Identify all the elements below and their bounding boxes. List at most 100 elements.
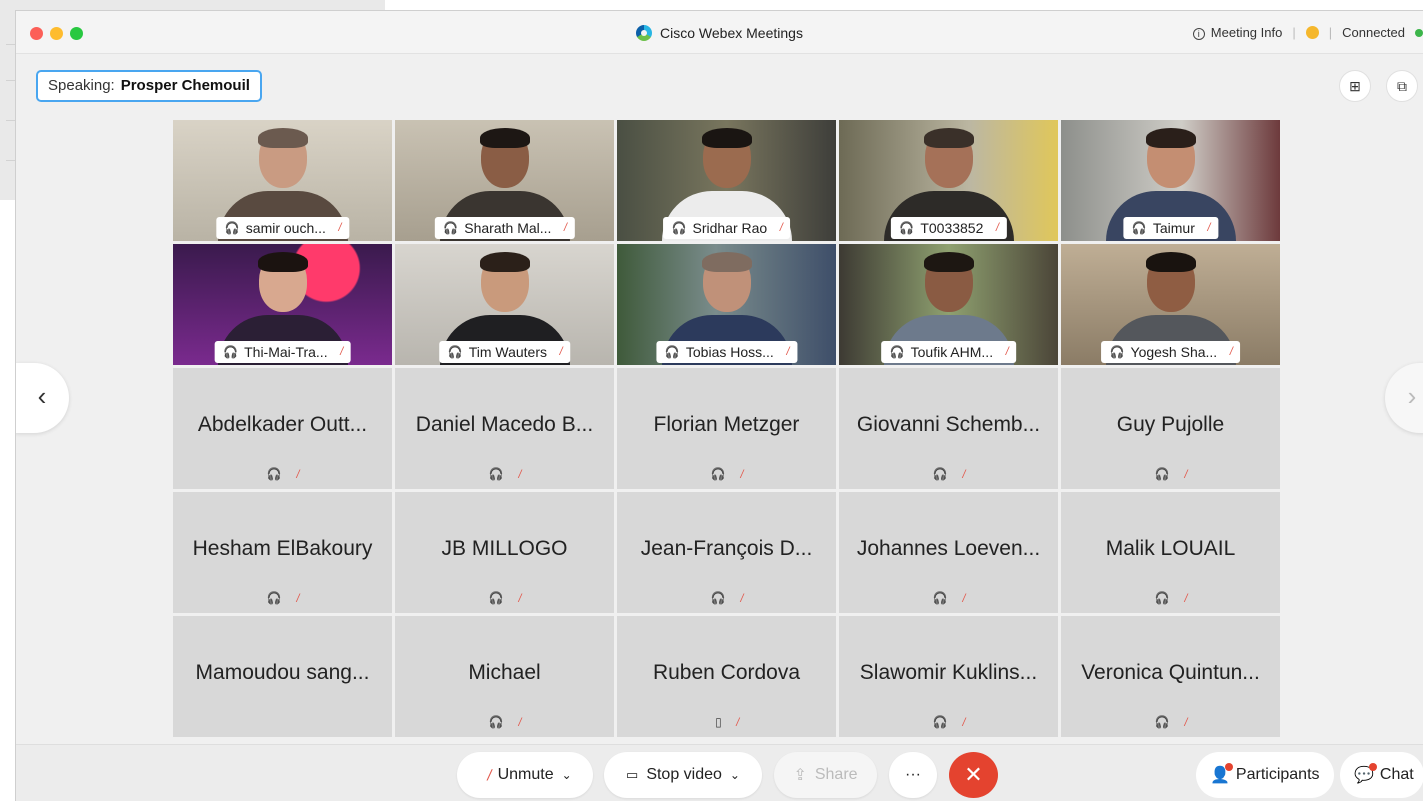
muted-mic-icon: 🎙̸ bbox=[1177, 469, 1187, 481]
chat-button[interactable]: 💬 Chat bbox=[1340, 752, 1423, 798]
share-button[interactable]: ⇪ Share bbox=[774, 752, 877, 798]
headset-icon: 🎧 bbox=[710, 591, 726, 605]
participant-name: Toufik AHM... bbox=[910, 344, 994, 360]
participant-video-tile[interactable]: 🎧 Tim Wauters 🎙̸ bbox=[395, 244, 614, 365]
participant-status-icons: 🎧 🎙̸ bbox=[1061, 715, 1280, 729]
headset-icon: 🎧 bbox=[266, 591, 282, 605]
participant-name: Sharath Mal... bbox=[464, 220, 552, 236]
info-icon: i bbox=[1192, 28, 1205, 40]
participant-video-tile[interactable]: 🎧 T0033852 🎙̸ bbox=[839, 120, 1058, 241]
participant-status-icons: 🎧 🎙̸ bbox=[173, 591, 392, 605]
participant-video-tile[interactable]: 🎧 Thi-Mai-Tra... 🎙̸ bbox=[173, 244, 392, 365]
active-speaker-indicator: Speaking: Prosper Chemouil bbox=[36, 70, 262, 102]
muted-mic-icon: 🎙̸ bbox=[955, 717, 965, 729]
participant-name-label: 🎧 samir ouch... 🎙̸ bbox=[215, 217, 350, 239]
participant-name-tile[interactable]: Mamoudou sang... bbox=[173, 616, 392, 737]
participant-name-label: 🎧 Tobias Hoss... 🎙̸ bbox=[655, 341, 798, 363]
participant-status-icons: 🎧 🎙̸ bbox=[839, 591, 1058, 605]
headset-icon: 🎧 bbox=[1154, 715, 1170, 729]
participant-video-tile[interactable]: 🎧 samir ouch... 🎙̸ bbox=[173, 120, 392, 241]
participant-name-tile[interactable]: Daniel Macedo B... 🎧 🎙̸ bbox=[395, 368, 614, 489]
participant-hair bbox=[257, 252, 308, 272]
participant-name-tile[interactable]: Hesham ElBakoury 🎧 🎙̸ bbox=[173, 492, 392, 613]
headset-icon: 🎧 bbox=[932, 467, 948, 481]
participant-name: Mamoudou sang... bbox=[195, 661, 370, 684]
muted-mic-icon: 🎙̸ bbox=[1223, 346, 1232, 358]
participant-hair bbox=[923, 128, 974, 148]
participant-status-icons: 🎧 🎙̸ bbox=[1061, 467, 1280, 481]
headset-icon: 🎧 bbox=[443, 221, 459, 235]
notification-dot bbox=[1368, 763, 1377, 771]
share-icon: ⇪ bbox=[793, 767, 807, 784]
participant-hair bbox=[479, 252, 530, 272]
participant-status-icons: 🎧 🎙̸ bbox=[839, 467, 1058, 481]
muted-mic-icon: 🎙̸ bbox=[289, 469, 299, 481]
participant-name-tile[interactable]: Ruben Cordova ▯ 🎙̸ bbox=[617, 616, 836, 737]
chevron-left-icon: ‹ bbox=[37, 381, 47, 411]
participant-video-tile[interactable]: 🎧 Yogesh Sha... 🎙̸ bbox=[1061, 244, 1280, 365]
participant-hair bbox=[701, 252, 752, 272]
participant-name-tile[interactable]: Slawomir Kuklins... 🎧 🎙̸ bbox=[839, 616, 1058, 737]
muted-mic-icon: 🎙̸ bbox=[1177, 717, 1187, 729]
muted-mic-icon: 🎙̸ bbox=[511, 717, 521, 729]
stop-video-button[interactable]: ▭ Stop video ⌄ bbox=[604, 752, 762, 798]
participant-name: Hesham ElBakoury bbox=[192, 537, 373, 560]
participant-name: Michael bbox=[468, 661, 541, 684]
meeting-controls: 🎙̸ Unmute ⌄ ▭ Stop video ⌄ ⇪ Share ··· ✕… bbox=[16, 744, 1423, 801]
notification-dot bbox=[1224, 763, 1233, 771]
headset-icon: 🎧 bbox=[1109, 345, 1125, 359]
participant-name-tile[interactable]: Michael 🎧 🎙̸ bbox=[395, 616, 614, 737]
connection-ok-icon bbox=[1415, 28, 1423, 37]
headset-icon: 🎧 bbox=[899, 221, 915, 235]
participant-status-icons: 🎧 🎙̸ bbox=[839, 715, 1058, 729]
muted-mic-icon: 🎙̸ bbox=[773, 222, 782, 234]
participant-hair bbox=[257, 128, 308, 148]
participant-video-tile[interactable]: 🎧 Tobias Hoss... 🎙̸ bbox=[617, 244, 836, 365]
participant-name: Taimur bbox=[1152, 220, 1195, 236]
headset-icon: 🎧 bbox=[664, 345, 680, 359]
participants-button[interactable]: 👤 Participants bbox=[1196, 752, 1334, 798]
participant-name-tile[interactable]: Jean-François D... 🎧 🎙̸ bbox=[617, 492, 836, 613]
separator: | bbox=[1292, 25, 1296, 40]
previous-page-button[interactable]: ‹ bbox=[16, 363, 69, 433]
participant-video-tile[interactable]: 🎧 Sridhar Rao 🎙̸ bbox=[617, 120, 836, 241]
participant-name: Guy Pujolle bbox=[1116, 413, 1225, 436]
next-page-button[interactable]: › bbox=[1385, 363, 1423, 433]
more-options-button[interactable]: ··· bbox=[889, 752, 937, 798]
pop-out-view-button[interactable]: ⧉ bbox=[1386, 70, 1418, 102]
webex-window: Cisco Webex Meetings i Meeting Info | | C… bbox=[15, 10, 1423, 801]
muted-mic-icon: 🎙̸ bbox=[955, 469, 965, 481]
phone-icon: ▯ bbox=[715, 715, 722, 729]
participant-name-tile[interactable]: Florian Metzger 🎧 🎙̸ bbox=[617, 368, 836, 489]
participant-name: Malik LOUAIL bbox=[1105, 537, 1236, 560]
connection-status: Connected bbox=[1342, 25, 1405, 40]
grid-view-button[interactable]: ⊞ bbox=[1339, 70, 1371, 102]
participant-name-tile[interactable]: JB MILLOGO 🎧 🎙̸ bbox=[395, 492, 614, 613]
participant-name-tile[interactable]: Giovanni Schemb... 🎧 🎙̸ bbox=[839, 368, 1058, 489]
participant-name-tile[interactable]: Guy Pujolle 🎧 🎙̸ bbox=[1061, 368, 1280, 489]
end-meeting-button[interactable]: ✕ bbox=[949, 752, 998, 798]
separator: | bbox=[1328, 25, 1333, 40]
unmute-button[interactable]: 🎙̸ Unmute ⌄ bbox=[457, 752, 593, 798]
headset-icon: 🎧 bbox=[223, 345, 239, 359]
participant-hair bbox=[923, 252, 974, 272]
participant-name-tile[interactable]: Johannes Loeven... 🎧 🎙̸ bbox=[839, 492, 1058, 613]
title-bar: Cisco Webex Meetings i Meeting Info | | C… bbox=[16, 11, 1423, 54]
participant-name: Sridhar Rao bbox=[692, 220, 768, 236]
participant-name-tile[interactable]: Malik LOUAIL 🎧 🎙̸ bbox=[1061, 492, 1280, 613]
participant-video-tile[interactable]: 🎧 Toufik AHM... 🎙̸ bbox=[839, 244, 1058, 365]
participant-hair bbox=[701, 128, 752, 148]
active-speaker-name: Prosper Chemouil bbox=[120, 77, 250, 94]
participant-name: T0033852 bbox=[920, 220, 984, 236]
participant-name-tile[interactable]: Veronica Quintun... 🎧 🎙̸ bbox=[1061, 616, 1280, 737]
chevron-down-icon: ⌄ bbox=[729, 768, 740, 782]
participant-video-tile[interactable]: 🎧 Taimur 🎙̸ bbox=[1061, 120, 1280, 241]
headset-icon: 🎧 bbox=[1154, 467, 1170, 481]
participant-hair bbox=[479, 128, 530, 148]
connection-status-icon bbox=[1305, 26, 1319, 39]
participant-name-tile[interactable]: Abdelkader Outt... 🎧 🎙̸ bbox=[173, 368, 392, 489]
meeting-info-button[interactable]: i Meeting Info bbox=[1192, 25, 1282, 40]
participant-name: Tim Wauters bbox=[468, 344, 548, 360]
participant-name: Slawomir Kuklins... bbox=[859, 661, 1038, 684]
participant-video-tile[interactable]: 🎧 Sharath Mal... 🎙̸ bbox=[395, 120, 614, 241]
